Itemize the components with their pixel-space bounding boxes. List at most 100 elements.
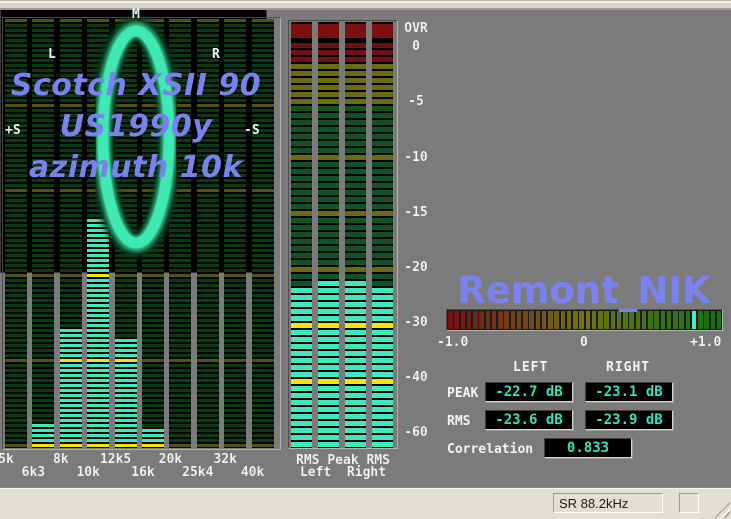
rms-row-label: RMS: [447, 415, 470, 428]
meter-segment: [318, 358, 339, 363]
spectrum-segment: [142, 304, 164, 307]
spectrum-segment: [5, 309, 27, 312]
spectrum-segment: [169, 374, 191, 377]
meter-scale--30: -30: [398, 316, 434, 329]
meter-segment: [372, 162, 393, 167]
meter-segment: [291, 120, 312, 125]
spectrum-segment: [87, 399, 109, 402]
meter-segment: [291, 365, 312, 370]
spectrum-segment: [32, 314, 54, 317]
meter-segment: [291, 330, 312, 335]
spectrum-segment: [197, 444, 219, 447]
spectrum-segment: [197, 344, 219, 347]
watermark-text: Remont_NIK: [446, 272, 722, 310]
spectrum-segment: [224, 294, 246, 297]
spectrum-segment: [224, 324, 246, 327]
meter-segment: [372, 204, 393, 209]
meter-segment: [318, 113, 339, 118]
meter-segment: [372, 148, 393, 153]
meter-segment: [318, 274, 339, 279]
meter-segment: [318, 190, 339, 195]
meter-segment: [372, 358, 393, 363]
gonio-label-right: R: [212, 48, 220, 61]
meter-segment: [318, 309, 339, 314]
spectrum-segment: [252, 444, 274, 447]
correlation-segment: [542, 311, 547, 329]
meter-segment: [372, 120, 393, 125]
spectrum-segment: [252, 304, 274, 307]
meter-segment: [291, 57, 312, 62]
spectrum-segment: [169, 394, 191, 397]
spectrum-segment: [142, 349, 164, 352]
correlation-segment: [517, 311, 522, 329]
meter-segment: [372, 225, 393, 230]
meter-segment: [372, 288, 393, 293]
meter-segment: [345, 393, 366, 398]
meter-segment: [345, 323, 366, 328]
spectrum-segment: [224, 394, 246, 397]
spectrum-segment: [60, 429, 82, 432]
meter-segment: [318, 183, 339, 188]
spectrum-segment: [252, 344, 274, 347]
spectrum-segment: [115, 329, 137, 332]
correlation-segment: [692, 311, 697, 329]
spectrum-segment: [224, 429, 246, 432]
meter-segment: [345, 428, 366, 433]
spectrum-segment: [32, 349, 54, 352]
spectrum-segment: [87, 429, 109, 432]
spectrum-segment: [5, 369, 27, 372]
spectrum-segment: [87, 314, 109, 317]
spectrum-segment: [142, 359, 164, 362]
spectrum-segment: [87, 349, 109, 352]
spectrum-segment: [169, 344, 191, 347]
meter-segment: [291, 218, 312, 223]
meter-scale-0: 0: [398, 40, 434, 53]
correlation-segment: [629, 311, 634, 329]
spectrum-segment: [87, 274, 109, 277]
meter-segment: [372, 295, 393, 300]
meter-segment: [291, 246, 312, 251]
spectrum-segment: [224, 364, 246, 367]
spectrum-segment: [32, 364, 54, 367]
spectrum-segment: [252, 319, 274, 322]
meter-segment: [345, 71, 366, 76]
meter-segment: [291, 316, 312, 321]
spectrum-segment: [60, 364, 82, 367]
meter-segment: [291, 183, 312, 188]
spectrum-segment: [60, 314, 82, 317]
spectrum-segment: [115, 429, 137, 432]
spectrum-segment: [142, 419, 164, 422]
meter-segment: [318, 302, 339, 307]
spectrum-segment: [115, 394, 137, 397]
spectrum-segment: [32, 384, 54, 387]
spectrum-segment: [197, 409, 219, 412]
meter-scale--40: -40: [398, 371, 434, 384]
meter-segment: [345, 148, 366, 153]
spectrum-segment: [142, 374, 164, 377]
spectrum-segment: [252, 414, 274, 417]
spectrum-segment: [60, 434, 82, 437]
spectrum-segment: [142, 289, 164, 292]
freq-label-8k: 8k: [41, 453, 81, 466]
meter-segment: [291, 78, 312, 83]
spectrum-segment: [224, 444, 246, 447]
meter-segment: [318, 85, 339, 90]
meter-segment: [345, 78, 366, 83]
spectrum-segment: [60, 354, 82, 357]
spectrum-segment: [169, 324, 191, 327]
spectrum-segment: [60, 319, 82, 322]
spectrum-segment: [32, 354, 54, 357]
meter-segment: [372, 386, 393, 391]
spectrum-segment: [32, 289, 54, 292]
correlation-segment: [698, 311, 703, 329]
correlation-label: Correlation: [447, 443, 533, 456]
meter-segment: [291, 197, 312, 202]
spectrum-segment: [197, 349, 219, 352]
meter-ovr-block: [291, 24, 312, 38]
resize-grip-icon[interactable]: [714, 502, 730, 518]
meter-segment: [318, 57, 339, 62]
spectrum-segment: [142, 384, 164, 387]
spectrum-segment: [252, 429, 274, 432]
spectrum-segment: [169, 429, 191, 432]
meter-segment: [291, 260, 312, 265]
